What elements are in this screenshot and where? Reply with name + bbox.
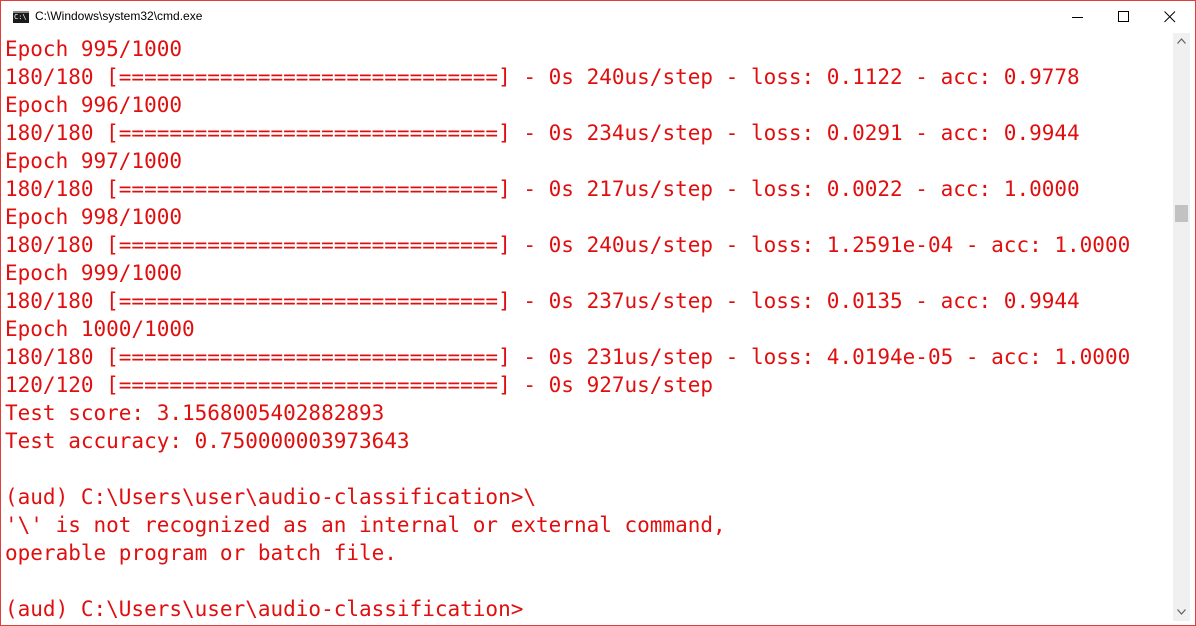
close-icon: [1164, 11, 1176, 23]
cmd-window: C:\Windows\system32\cmd.exe Epoch 995/10…: [0, 0, 1196, 626]
cmd-app-icon[interactable]: [13, 11, 29, 23]
console-line: 180/180 [==============================]…: [5, 177, 1080, 201]
console-line: Epoch 996/1000: [5, 93, 183, 117]
vertical-scrollbar[interactable]: [1173, 33, 1190, 621]
maximize-button[interactable]: [1101, 1, 1147, 33]
console-line: 180/180 [==============================]…: [5, 345, 1131, 369]
scroll-thumb[interactable]: [1175, 205, 1188, 222]
scroll-down-button[interactable]: [1173, 604, 1190, 621]
console-line: Epoch 999/1000: [5, 261, 183, 285]
window-title: C:\Windows\system32\cmd.exe: [35, 9, 203, 23]
console-line: 120/120 [==============================]…: [5, 373, 714, 397]
console-line: Epoch 995/1000: [5, 37, 183, 61]
console-prompt-line[interactable]: (aud) C:\Users\user\audio-classification…: [5, 595, 523, 623]
console-line: '\' is not recognized as an internal or …: [5, 513, 726, 537]
console-line: operable program or batch file.: [5, 541, 397, 565]
console-line: Test accuracy: 0.750000003973643: [5, 429, 410, 453]
close-button[interactable]: [1147, 1, 1193, 33]
console-line: Epoch 997/1000: [5, 149, 183, 173]
console-line: 180/180 [==============================]…: [5, 65, 1080, 89]
console-line: 180/180 [==============================]…: [5, 233, 1131, 257]
minimize-button[interactable]: [1055, 1, 1101, 33]
console-line: Epoch 998/1000: [5, 205, 183, 229]
console-line: Epoch 1000/1000: [5, 317, 195, 341]
console-line: 180/180 [==============================]…: [5, 121, 1080, 145]
scroll-up-arrow-icon: [1177, 38, 1186, 44]
console-line: (aud) C:\Users\user\audio-classification…: [5, 485, 537, 509]
console-output[interactable]: Epoch 995/1000 180/180 [================…: [1, 33, 1173, 625]
minimize-icon: [1072, 17, 1083, 18]
scroll-up-button[interactable]: [1173, 33, 1190, 50]
console-line: 180/180 [==============================]…: [5, 289, 1080, 313]
console-line: Test score: 3.1568005402882893: [5, 401, 385, 425]
scroll-down-arrow-icon: [1177, 609, 1186, 615]
title-bar[interactable]: C:\Windows\system32\cmd.exe: [1, 1, 1195, 33]
maximize-icon: [1118, 11, 1129, 22]
